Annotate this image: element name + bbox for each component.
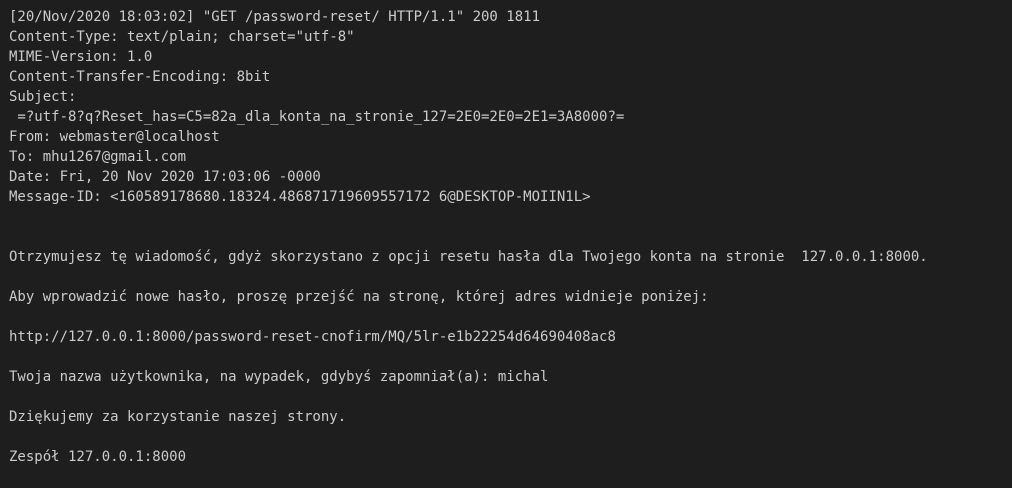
header-from: From: webmaster@localhost	[9, 129, 220, 145]
body-username: Twoja nazwa użytkownika, na wypadek, gdy…	[9, 369, 549, 385]
header-subject-label: Subject:	[9, 89, 77, 105]
header-content-transfer-encoding: Content-Transfer-Encoding: 8bit	[9, 69, 271, 85]
header-message-id: Message-ID: <160589178680.18324.48687171…	[9, 189, 591, 205]
header-to: To: mhu1267@gmail.com	[9, 149, 187, 165]
body-instruction: Aby wprowadzić nowe hasło, proszę przejś…	[9, 289, 709, 305]
log-request-line: [20/Nov/2020 18:03:02] "GET /password-re…	[9, 9, 541, 25]
header-mime-version: MIME-Version: 1.0	[9, 49, 153, 65]
terminal-output: [20/Nov/2020 18:03:02] "GET /password-re…	[0, 0, 1012, 488]
header-date: Date: Fri, 20 Nov 2020 17:03:06 -0000	[9, 169, 321, 185]
body-thanks: Dziękujemy za korzystanie naszej strony.	[9, 409, 347, 425]
body-reset-link[interactable]: http://127.0.0.1:8000/password-reset-cno…	[9, 327, 1003, 347]
header-content-type: Content-Type: text/plain; charset="utf-8…	[9, 29, 355, 45]
header-subject-value: =?utf-8?q?Reset_has=C5=82a_dla_konta_na_…	[9, 109, 625, 125]
body-signature: Zespół 127.0.0.1:8000	[9, 449, 187, 465]
body-intro: Otrzymujesz tę wiadomość, gdyż skorzysta…	[9, 249, 928, 265]
